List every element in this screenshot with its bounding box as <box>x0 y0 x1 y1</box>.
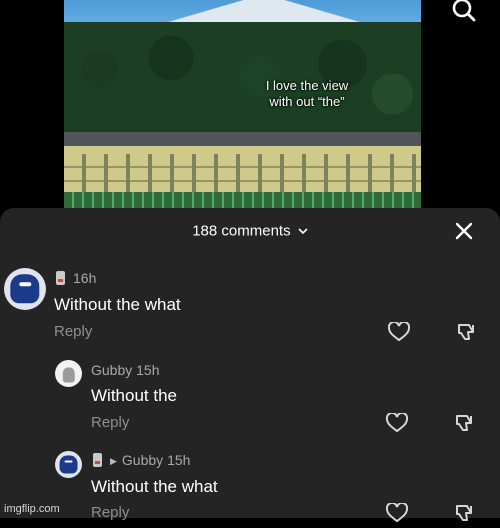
heart-icon[interactable] <box>385 501 409 523</box>
heart-icon[interactable] <box>387 320 411 342</box>
caption-line-1: I love the view <box>265 78 349 93</box>
comment-meta: ▶ Gubby 15h <box>93 452 190 468</box>
close-icon[interactable] <box>455 222 473 240</box>
chevron-down-icon <box>298 228 308 235</box>
avatar[interactable] <box>55 451 82 478</box>
video-area[interactable]: I love the view with out “the” <box>0 0 500 208</box>
avatar[interactable] <box>55 360 82 387</box>
comment-author[interactable]: Gubby <box>122 452 163 468</box>
dislike-icon[interactable] <box>456 322 478 342</box>
comment-meta: 16h <box>56 270 96 286</box>
reply-button[interactable]: Reply <box>54 323 92 340</box>
comments-header: 188 comments <box>0 208 500 254</box>
phone-badge-icon <box>93 453 102 467</box>
avatar[interactable] <box>4 268 46 310</box>
reply-button[interactable]: Reply <box>91 414 129 431</box>
comment-time: 16h <box>73 270 97 286</box>
dislike-icon[interactable] <box>454 413 476 433</box>
phone-badge-icon <box>56 271 65 285</box>
comment-time: 15h <box>167 452 191 468</box>
search-icon[interactable] <box>451 0 477 22</box>
video-caption: I love the view with out “the” <box>239 78 375 110</box>
comment-text: Without the what <box>91 477 218 496</box>
comment-time: 15h <box>136 362 160 378</box>
comment-text: Without the what <box>54 295 181 314</box>
comment-author[interactable]: Gubby <box>91 362 132 378</box>
comment-count[interactable]: 188 comments <box>0 222 500 240</box>
watermark: imgflip.com <box>4 503 60 515</box>
comment-meta: Gubby 15h <box>91 362 160 378</box>
reply-button[interactable]: Reply <box>91 504 129 521</box>
comment-text: Without the <box>91 386 177 405</box>
caption-line-2: with out “the” <box>269 94 345 109</box>
video-frame[interactable]: I love the view with out “the” <box>64 0 421 208</box>
railing-image <box>64 192 421 208</box>
dislike-icon[interactable] <box>454 503 476 523</box>
heart-icon[interactable] <box>385 411 409 433</box>
comment-count-label: 188 comments <box>192 222 291 240</box>
reply-arrow-icon: ▶ <box>110 456 117 466</box>
